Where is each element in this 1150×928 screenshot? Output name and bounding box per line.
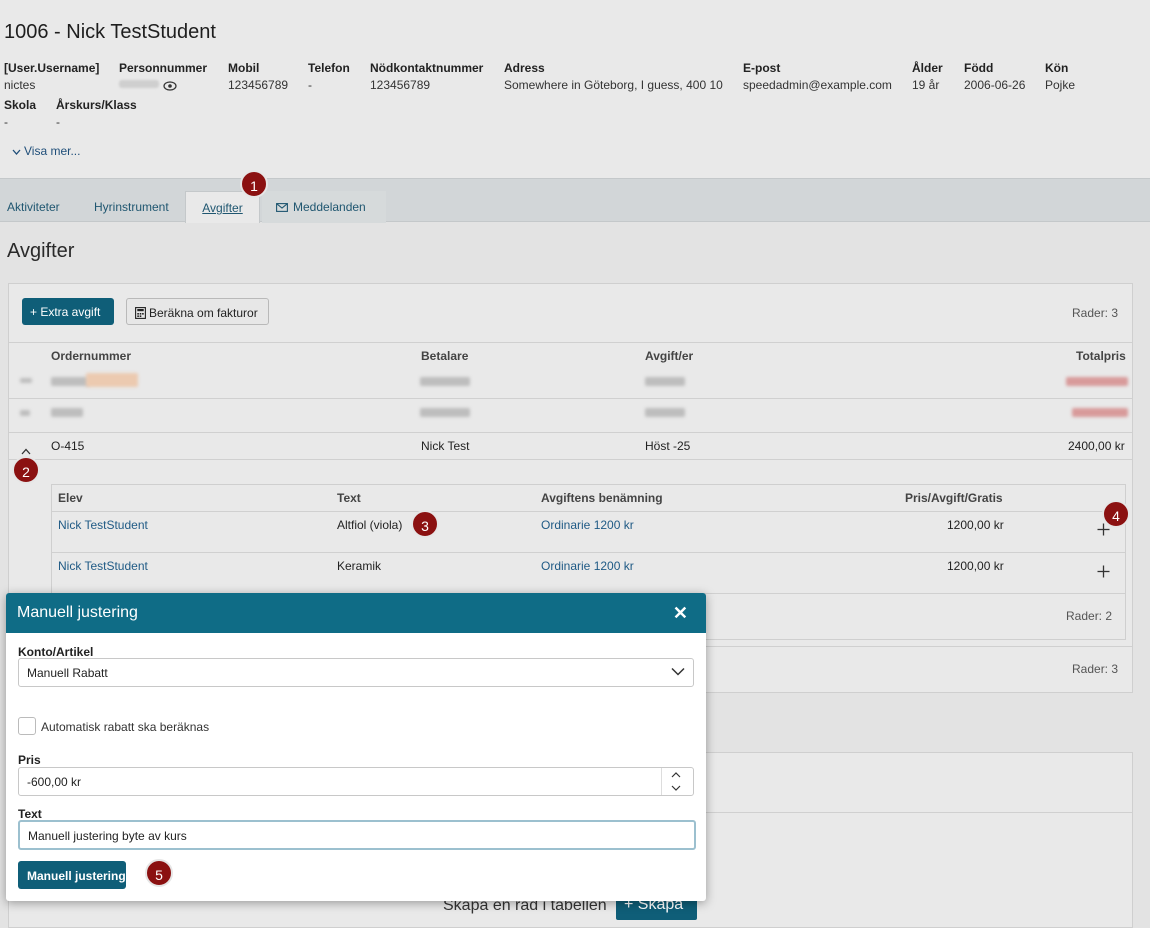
text-label: Text bbox=[18, 807, 42, 821]
line-price: 1200,00 kr bbox=[947, 559, 1004, 573]
modal-title: Manuell justering bbox=[17, 604, 138, 621]
step-badge-2: 2 bbox=[12, 456, 40, 484]
line-text: Keramik bbox=[337, 559, 382, 573]
field-epost: E-post speedadmin@example.com bbox=[743, 61, 892, 92]
chevron-down-icon bbox=[12, 144, 21, 158]
sub-col-price[interactable]: Pris/Avgift/Gratis bbox=[905, 491, 1003, 505]
chevron-down-icon bbox=[671, 665, 685, 679]
price-label: Pris bbox=[18, 753, 41, 767]
payer: Nick Test bbox=[421, 439, 470, 453]
student-link[interactable]: Nick TestStudent bbox=[58, 518, 148, 532]
envelope-icon bbox=[276, 200, 293, 214]
blurred-payer bbox=[420, 377, 470, 386]
auto-discount-label: Automatisk rabatt ska beräknas bbox=[41, 720, 210, 734]
expand-toggle-blurred[interactable] bbox=[20, 378, 32, 383]
field-personnummer: Personnummer bbox=[119, 61, 207, 94]
field-mobil: Mobil 123456789 bbox=[228, 61, 289, 92]
field-arskurs: Årskurs/Klass - bbox=[56, 98, 137, 129]
step-badge-5: 5 bbox=[145, 859, 173, 887]
line-price: 1200,00 kr bbox=[947, 518, 1004, 532]
divider bbox=[9, 398, 1132, 399]
account-select[interactable]: Manuell Rabatt bbox=[18, 658, 694, 687]
total-price: 2400,00 kr bbox=[1068, 439, 1125, 453]
divider bbox=[9, 459, 1132, 460]
field-alder: Ålder 19 år bbox=[912, 61, 943, 92]
add-adjustment-button[interactable] bbox=[1097, 565, 1110, 581]
extra-fee-button[interactable]: + Extra avgift bbox=[22, 298, 114, 325]
blurred-order bbox=[51, 377, 89, 386]
col-avgifter[interactable]: Avgift/er bbox=[645, 349, 693, 363]
sub-rows-count: Rader: 2 bbox=[1066, 609, 1113, 623]
field-adress: Adress Somewhere in Göteborg, I guess, 4… bbox=[504, 61, 723, 92]
col-ordernummer[interactable]: Ordernummer bbox=[51, 349, 131, 363]
outer-rows-count: Rader: 3 bbox=[1072, 662, 1119, 676]
price-stepper[interactable] bbox=[661, 768, 693, 795]
page-title: 1006 - Nick TestStudent bbox=[4, 21, 216, 43]
plus-icon bbox=[1097, 565, 1110, 581]
section-title: Avgifter bbox=[7, 240, 75, 262]
calculator-icon bbox=[135, 306, 149, 320]
plus-icon bbox=[1097, 523, 1110, 539]
fee-name-link[interactable]: Ordinarie 1200 kr bbox=[541, 518, 634, 532]
account-label: Konto/Artikel bbox=[18, 645, 94, 659]
recalc-invoices-button[interactable]: Beräkna om fakturor bbox=[126, 298, 269, 325]
student-header: 1006 - Nick TestStudent [User.Username] … bbox=[0, 0, 1150, 178]
blurred-fee bbox=[645, 377, 685, 386]
modal-header: Manuell justering ✕ bbox=[6, 593, 706, 633]
field-telefon: Telefon - bbox=[308, 61, 350, 92]
field-nodkontakt: Nödkontaktnummer 123456789 bbox=[370, 61, 484, 92]
chevron-up-icon[interactable] bbox=[671, 770, 681, 781]
fee-name-link[interactable]: Ordinarie 1200 kr bbox=[541, 559, 634, 573]
col-betalare[interactable]: Betalare bbox=[421, 349, 468, 363]
field-skola: Skola - bbox=[4, 98, 37, 129]
step-badge-4: 4 bbox=[1102, 500, 1130, 528]
text-input[interactable]: Manuell justering byte av kurs bbox=[18, 820, 696, 850]
tab-bar: Aktiviteter Hyrinstrument Avgifter Medde… bbox=[0, 178, 1150, 223]
blurred-order bbox=[51, 408, 83, 417]
manual-adjustment-submit-button[interactable]: Manuell justering bbox=[18, 861, 126, 889]
personnummer-masked bbox=[119, 80, 159, 88]
divider bbox=[52, 552, 1125, 553]
field-fodd: Född 2006-06-26 bbox=[964, 61, 1026, 92]
blurred-total bbox=[1066, 377, 1128, 386]
chevron-down-icon[interactable] bbox=[671, 783, 681, 794]
tab-aktiviteter[interactable]: Aktiviteter bbox=[7, 191, 60, 223]
price-input[interactable]: -600,00 kr bbox=[18, 767, 694, 796]
sub-col-fee-name[interactable]: Avgiftens benämning bbox=[541, 491, 663, 505]
blurred-payer bbox=[420, 408, 470, 417]
fee-period: Höst -25 bbox=[645, 439, 691, 453]
rows-count: Rader: 3 bbox=[1072, 306, 1119, 320]
divider bbox=[9, 432, 1132, 433]
divider bbox=[52, 511, 1125, 512]
divider bbox=[9, 342, 1132, 343]
step-badge-1: 1 bbox=[240, 170, 268, 198]
show-more-link[interactable]: Visa mer... bbox=[12, 144, 80, 158]
student-link[interactable]: Nick TestStudent bbox=[58, 559, 148, 573]
close-icon[interactable]: ✕ bbox=[673, 603, 688, 624]
line-text: Altfiol (viola) bbox=[337, 518, 403, 532]
manual-adjustment-modal: Manuell justering ✕ Konto/Artikel Manuel… bbox=[6, 593, 706, 901]
blurred-total bbox=[1072, 408, 1128, 417]
col-totalpris[interactable]: Totalpris bbox=[1076, 349, 1126, 363]
sub-col-elev[interactable]: Elev bbox=[58, 491, 83, 505]
auto-discount-checkbox[interactable] bbox=[18, 717, 36, 735]
tab-hyrinstrument[interactable]: Hyrinstrument bbox=[94, 191, 169, 223]
tab-meddelanden[interactable]: Meddelanden bbox=[262, 191, 386, 223]
field-kon: Kön Pojke bbox=[1045, 61, 1076, 92]
sub-col-text[interactable]: Text bbox=[337, 491, 361, 505]
blurred-order-highlight bbox=[86, 373, 138, 387]
eye-icon[interactable] bbox=[163, 80, 177, 94]
blurred-fee bbox=[645, 408, 685, 417]
step-badge-3: 3 bbox=[411, 510, 439, 538]
order-number: O-415 bbox=[51, 439, 85, 453]
field-username: [User.Username] nictes bbox=[4, 61, 100, 92]
expand-toggle-blurred[interactable] bbox=[20, 410, 30, 416]
